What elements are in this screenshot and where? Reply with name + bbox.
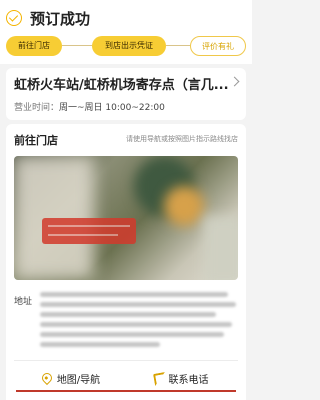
map-navigation-button[interactable]: 地图/导航 (16, 366, 126, 390)
step-go-to-store[interactable]: 前往门店 (6, 36, 62, 56)
photo-blur (164, 186, 204, 226)
booking-header: 预订成功 前往门店 到店出示凭证 评价有礼 (0, 0, 252, 64)
progress-steps: 前往门店 到店出示凭证 评价有礼 (6, 36, 246, 56)
map-pin-icon (39, 370, 54, 386)
highlight-underline (16, 390, 236, 392)
chevron-right-icon (229, 76, 240, 87)
check-circle-icon (6, 10, 22, 26)
directions-title-text: 前往门店 (14, 134, 58, 147)
step-show-voucher[interactable]: 到店出示凭证 (92, 36, 166, 56)
photo-sign (42, 218, 136, 244)
hours-value: 周一~周日 10:00~22:00 (59, 103, 165, 113)
contact-phone-label: 联系电话 (168, 374, 209, 386)
step-connector (62, 45, 92, 46)
success-row: 预订成功 (6, 7, 90, 29)
store-info-card[interactable]: 虹桥火车站/虹桥机场寄存点（言几... 营业时间：周一~周日 10:00~22:… (6, 68, 246, 120)
page-title: 预订成功 (30, 9, 91, 28)
hours-label: 营业时间： (14, 103, 60, 113)
store-photo[interactable] (14, 156, 238, 280)
contact-phone-button[interactable]: 联系电话 (126, 366, 236, 390)
step-connector (166, 45, 190, 46)
store-name: 虹桥火车站/虹桥机场寄存点（言几... (14, 78, 228, 93)
map-navigation-label: 地图/导航 (56, 374, 101, 386)
directions-hint: 请使用导航或按照图片指示路线找店 (126, 135, 238, 143)
directions-title: 前往门店 (12, 132, 60, 148)
directions-card: 前往门店 请使用导航或按照图片指示路线找店 地址 地图/导航 联系电话 (6, 124, 246, 400)
phone-icon (154, 373, 164, 383)
address-label: 地址 (14, 297, 33, 307)
photo-blur (204, 216, 238, 280)
business-hours: 营业时间：周一~周日 10:00~22:00 (14, 100, 165, 113)
step-review[interactable]: 评价有礼 (190, 36, 246, 56)
address-text-blurred (40, 290, 238, 352)
divider (14, 360, 238, 361)
